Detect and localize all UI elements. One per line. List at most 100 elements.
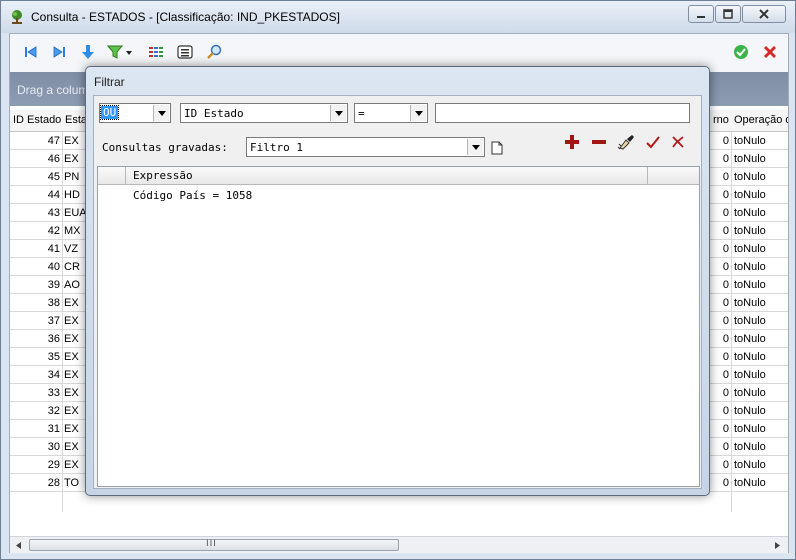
window-title: Consulta - ESTADOS - [Classificação: IND… xyxy=(31,10,340,24)
cell-estado: EX xyxy=(64,405,79,417)
logic-operator-select[interactable]: OU xyxy=(99,103,171,123)
logic-operator-value: OU xyxy=(99,105,120,120)
cell-id-estado: 37 xyxy=(47,315,60,327)
filter-dialog-title: Filtrar xyxy=(94,75,125,89)
horizontal-scrollbar[interactable]: III xyxy=(10,536,788,553)
scroll-right-icon[interactable] xyxy=(774,542,780,549)
scrollbar-thumb[interactable]: III xyxy=(29,539,399,551)
title-bar[interactable]: Consulta - ESTADOS - [Classificação: IND… xyxy=(1,1,795,33)
cell-operacao: toNulo xyxy=(734,405,766,417)
cell-operacao: toNulo xyxy=(734,351,766,363)
first-record-icon[interactable] xyxy=(21,42,41,62)
add-condition-icon[interactable] xyxy=(562,132,582,152)
cell-interno: 0 xyxy=(722,171,729,183)
cell-estado: EX xyxy=(64,135,79,147)
cell-operacao: toNulo xyxy=(734,477,766,489)
cell-id-estado: 42 xyxy=(47,225,60,237)
clear-brush-icon[interactable] xyxy=(616,132,636,152)
expression-grid[interactable]: Expressão Código País = 1058 xyxy=(97,166,700,487)
cell-id-estado: 47 xyxy=(47,135,60,147)
cell-operacao: toNulo xyxy=(734,261,766,273)
chevron-down-icon[interactable] xyxy=(153,105,169,121)
expression-header-label: Expressão xyxy=(133,169,193,182)
scrollbar-grip: III xyxy=(206,539,217,549)
new-document-icon[interactable] xyxy=(487,138,507,158)
cell-estado: CR xyxy=(64,261,80,273)
cancel-icon[interactable] xyxy=(760,42,780,62)
comparison-value: = xyxy=(358,107,365,120)
header-interno[interactable]: rno xyxy=(713,114,729,126)
chevron-down-icon[interactable] xyxy=(410,105,426,121)
cell-estado: EX xyxy=(64,315,79,327)
cell-estado: EX xyxy=(64,351,79,363)
cell-interno: 0 xyxy=(722,369,729,381)
cell-operacao: toNulo xyxy=(734,441,766,453)
expression-column-header[interactable]: Expressão xyxy=(126,167,648,184)
field-value: ID Estado xyxy=(184,107,244,120)
cell-operacao: toNulo xyxy=(734,189,766,201)
filter-value-input[interactable] xyxy=(435,103,690,123)
chevron-down-icon[interactable] xyxy=(467,139,483,155)
column-divider xyxy=(731,132,732,512)
chevron-down-icon[interactable] xyxy=(330,105,346,121)
cell-id-estado: 33 xyxy=(47,387,60,399)
cell-id-estado: 35 xyxy=(47,351,60,363)
discard-x-icon[interactable] xyxy=(668,132,688,152)
cell-id-estado: 29 xyxy=(47,459,60,471)
header-estado[interactable]: Esta xyxy=(65,114,87,126)
apply-check-icon[interactable] xyxy=(643,132,663,152)
cell-interno: 0 xyxy=(722,153,729,165)
cell-estado: EX xyxy=(64,333,79,345)
cell-interno: 0 xyxy=(722,315,729,327)
cell-estado: EX xyxy=(64,423,79,435)
cell-operacao: toNulo xyxy=(734,225,766,237)
cell-estado: AO xyxy=(64,279,80,291)
cell-interno: 0 xyxy=(722,441,729,453)
field-select[interactable]: ID Estado xyxy=(180,103,348,123)
filter-icon[interactable] xyxy=(106,42,136,62)
scroll-left-icon[interactable] xyxy=(16,542,22,549)
header-id-estado[interactable]: ID Estado xyxy=(13,114,61,126)
confirm-icon[interactable] xyxy=(731,42,751,62)
cell-interno: 0 xyxy=(722,387,729,399)
cell-operacao: toNulo xyxy=(734,279,766,291)
cell-id-estado: 34 xyxy=(47,369,60,381)
cell-interno: 0 xyxy=(722,477,729,489)
cell-estado: EX xyxy=(64,387,79,399)
cell-operacao: toNulo xyxy=(734,171,766,183)
filter-dialog-body: OU ID Estado = Consultas gravadas: Filtr… xyxy=(93,95,702,489)
cell-id-estado: 39 xyxy=(47,279,60,291)
cell-operacao: toNulo xyxy=(734,333,766,345)
saved-queries-label: Consultas gravadas: xyxy=(102,141,228,154)
minimize-button[interactable] xyxy=(688,5,714,23)
cell-operacao: toNulo xyxy=(734,423,766,435)
cell-estado: EX xyxy=(64,369,79,381)
cell-id-estado: 46 xyxy=(47,153,60,165)
cell-interno: 0 xyxy=(722,333,729,345)
last-record-icon[interactable] xyxy=(49,42,69,62)
cell-operacao: toNulo xyxy=(734,297,766,309)
row-indicator-header xyxy=(98,167,126,184)
saved-query-select[interactable]: Filtro 1 xyxy=(246,137,485,157)
remove-condition-icon[interactable] xyxy=(589,132,609,152)
cell-operacao: toNulo xyxy=(734,243,766,255)
maximize-button[interactable] xyxy=(715,5,741,23)
app-tree-icon xyxy=(9,9,25,25)
cell-interno: 0 xyxy=(722,297,729,309)
cell-estado: MX xyxy=(64,225,81,237)
header-operacao[interactable]: Operação d xyxy=(734,114,788,126)
search-icon[interactable] xyxy=(204,42,224,62)
cell-interno: 0 xyxy=(722,225,729,237)
cell-estado: VZ xyxy=(64,243,79,255)
download-icon[interactable] xyxy=(78,42,98,62)
expression-row[interactable]: Código País = 1058 xyxy=(133,189,252,202)
comparison-select[interactable]: = xyxy=(354,103,428,123)
cell-id-estado: 32 xyxy=(47,405,60,417)
grid-columns-icon[interactable] xyxy=(146,42,166,62)
cell-estado: EX xyxy=(64,153,79,165)
cell-estado: EUA xyxy=(64,207,87,219)
cell-estado: EX xyxy=(64,459,79,471)
close-window-button[interactable] xyxy=(742,5,786,23)
cell-id-estado: 36 xyxy=(47,333,60,345)
list-icon[interactable] xyxy=(175,42,195,62)
